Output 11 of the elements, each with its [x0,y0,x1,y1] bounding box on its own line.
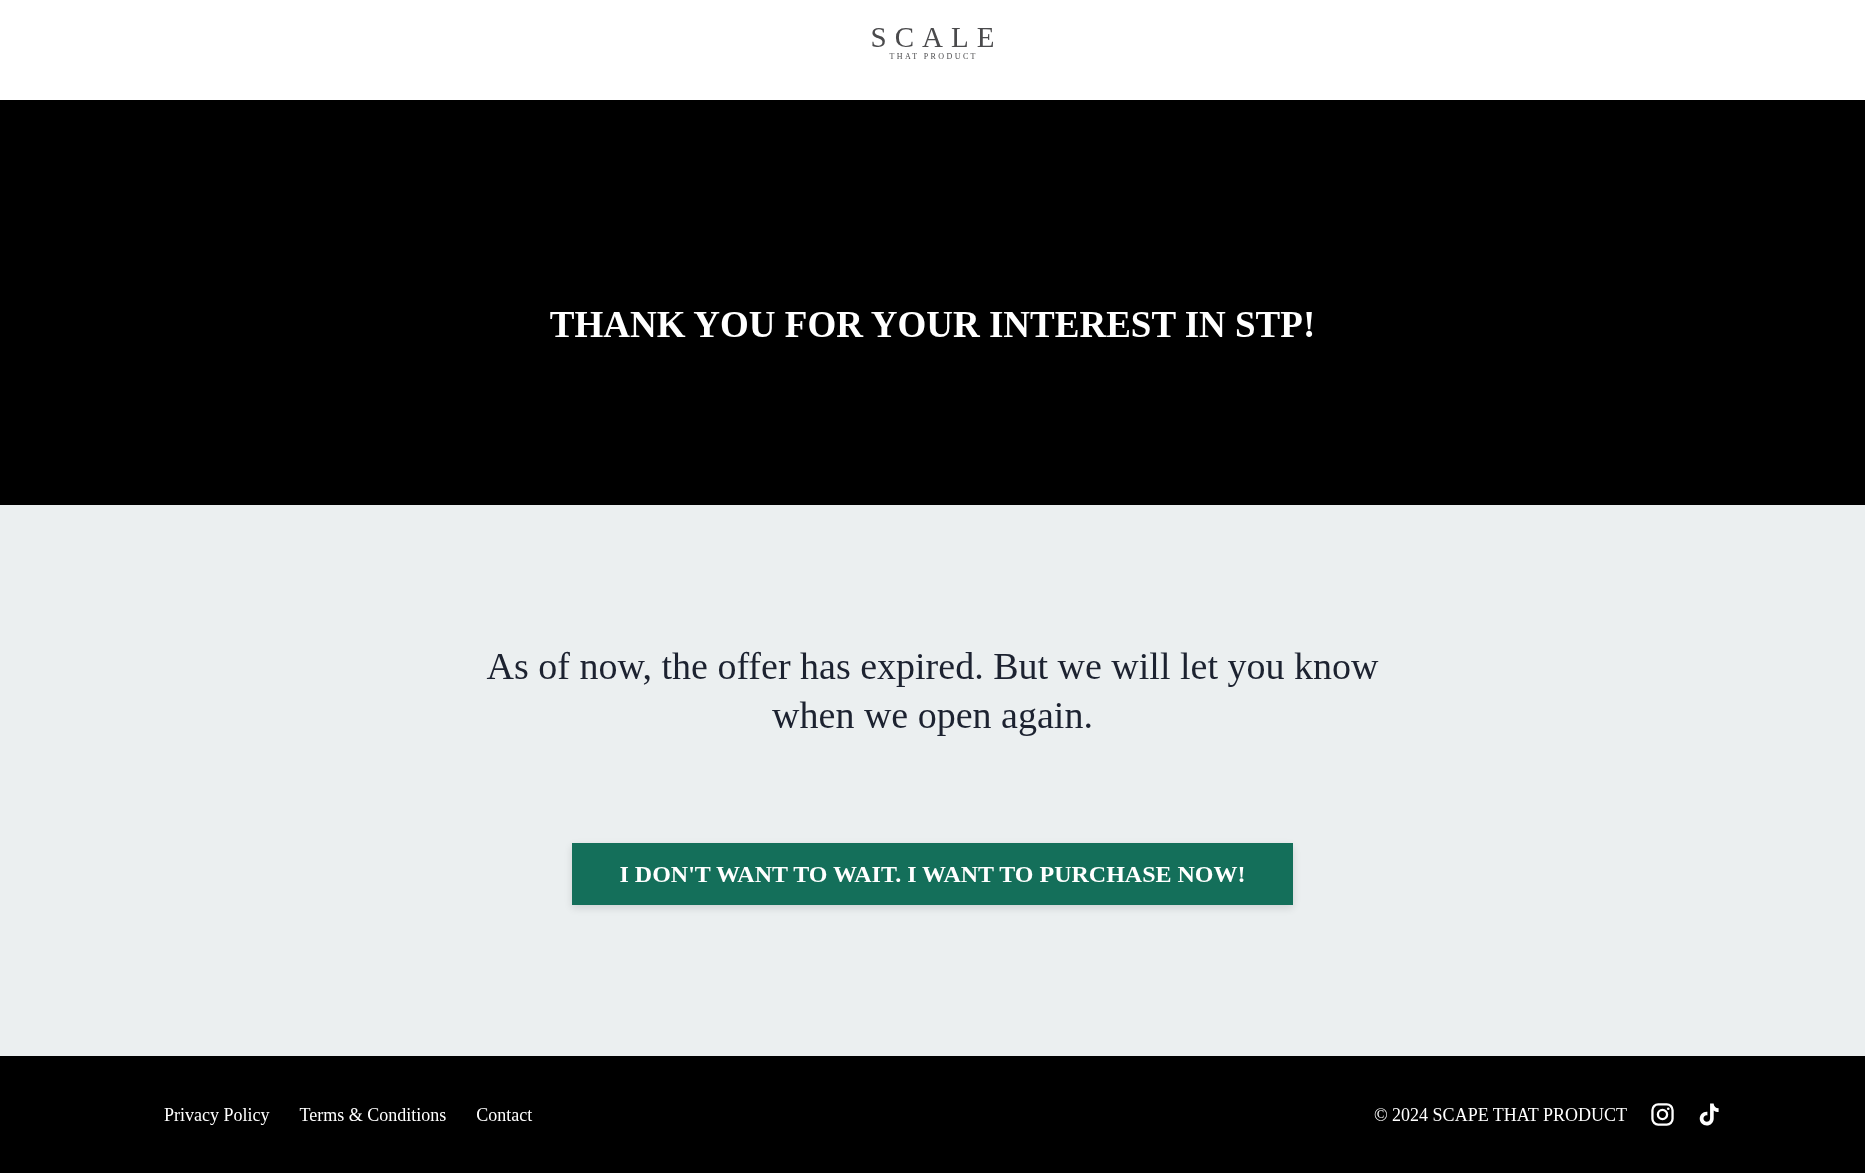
message-text: As of now, the offer has expired. But we will let you know when we open again. [485,644,1380,738]
tiktok-icon[interactable] [1698,1103,1721,1126]
footer-link[interactable]: Contact [476,1103,533,1126]
logo-title[interactable]: SCALE [870,22,1003,52]
purchase-button[interactable]: I DON'T WANT TO WAIT. I WANT TO PURCHASE NOW! [571,843,1294,905]
logo-subtitle: THAT PRODUCT [889,52,978,62]
copyright-text: © 2024 SCAPE THAT PRODUCT [1373,1103,1627,1126]
footer-link[interactable]: Privacy Policy [164,1103,270,1126]
instagram-icon[interactable] [1651,1103,1674,1126]
hero-title: THANK YOU FOR YOUR INTEREST IN STP! [549,303,1316,347]
footer-link[interactable]: Terms & Conditions [299,1103,447,1126]
